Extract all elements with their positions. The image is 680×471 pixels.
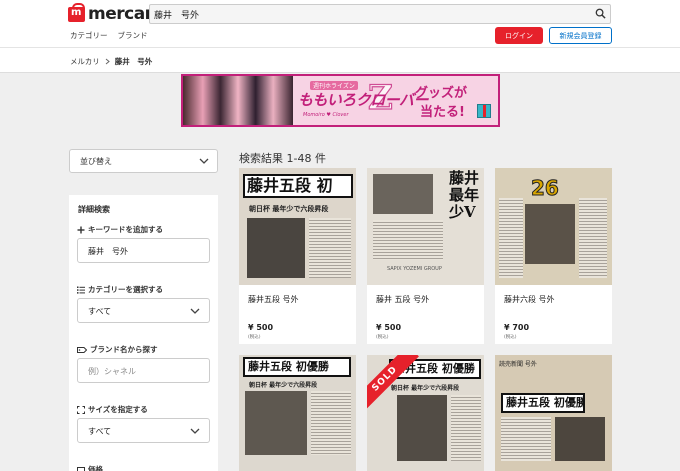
product-card[interactable]: 藤井五段 初 朝日杯 最年少で六段昇段 藤井五段 号外 ¥ 500 (税込): [239, 168, 356, 344]
text-columns: [501, 417, 551, 461]
ad-banner[interactable]: Z 週刊ホライズン ももいろクローバー Momoiro ♥ Clover グッズ…: [181, 74, 500, 127]
keyword-input[interactable]: 藤井 号外: [77, 238, 210, 263]
breadcrumb-home[interactable]: メルカリ: [70, 56, 100, 67]
photo-block: [373, 174, 433, 214]
product-image[interactable]: 藤井 最年少V SAPIX YOZEMI GROUP: [367, 168, 484, 285]
subheadline-text: 読売新聞 号外: [499, 361, 537, 368]
logo-text: mercari: [88, 4, 158, 24]
mercari-logo[interactable]: mercari: [68, 2, 158, 24]
category-value: すべて: [88, 307, 112, 316]
photo-block: [525, 204, 575, 264]
size-frame-icon: [77, 405, 85, 414]
keyword-label-text: キーワードを追加する: [88, 225, 163, 234]
category-label-text: カテゴリーを選択する: [88, 285, 163, 294]
text-columns: [311, 391, 351, 455]
tag-icon: [77, 346, 87, 353]
photo-block: [247, 218, 305, 278]
photo-block: [397, 395, 447, 461]
tax-note: (税込): [248, 335, 261, 340]
product-image[interactable]: 藤井五段 初 朝日杯 最年少で六段昇段: [239, 168, 356, 285]
text-columns: [309, 218, 351, 278]
banner-goods-text: グッズが: [415, 86, 468, 101]
product-image[interactable]: 藤井五段 初優勝 朝日杯 最年少で六段昇段 SOLD: [367, 355, 484, 471]
size-label: サイズを指定する: [77, 404, 148, 415]
keyword-value: 藤井 号外: [88, 247, 128, 256]
nav-category[interactable]: カテゴリー: [70, 30, 108, 41]
plus-icon: [77, 226, 85, 233]
product-price: ¥ 700: [504, 323, 530, 332]
detail-search-panel: 詳細検索 キーワードを追加する 藤井 号外 カテゴリーを選択する すべて ブラン…: [69, 195, 218, 471]
chevron-down-icon: [199, 158, 209, 164]
category-label: カテゴリーを選択する: [77, 284, 163, 295]
site-header: mercari カテゴリー ブランド ログイン 新規会員登録: [0, 0, 680, 48]
sort-label: 並び替え: [80, 157, 112, 166]
product-card[interactable]: 藤井 最年少V SAPIX YOZEMI GROUP 藤井 五段 号外 ¥ 50…: [367, 168, 484, 344]
product-name: 藤井六段 号外: [504, 295, 555, 304]
photo-block: [245, 391, 307, 455]
product-card[interactable]: 読売新聞 号外 藤井五段 初優勝: [495, 355, 612, 471]
keyword-label: キーワードを追加する: [77, 224, 163, 235]
filter-title: 詳細検索: [78, 205, 110, 214]
product-card[interactable]: 26 藤井六段 号外 ¥ 700 (税込): [495, 168, 612, 344]
product-price: ¥ 500: [248, 323, 274, 332]
headline-text: 藤井 最年少V: [449, 169, 480, 221]
headline-text: 藤井五段 初優勝: [501, 393, 585, 413]
price-icon: [77, 466, 85, 471]
banner-brand: Momoiro ♥ Clover: [303, 112, 349, 118]
text-columns: [451, 395, 481, 461]
subheadline-text: 朝日杯 最年少で六段昇段: [249, 204, 329, 213]
banner-group-photo: [183, 76, 293, 125]
headline-text: 26: [531, 176, 560, 201]
breadcrumb: メルカリ 藤井 号外: [70, 56, 152, 67]
category-select[interactable]: すべて: [77, 298, 210, 323]
size-select[interactable]: すべて: [77, 418, 210, 443]
text-columns: [373, 220, 443, 260]
gift-box-icon: [477, 104, 491, 118]
headline-text: 藤井五段 初: [243, 174, 353, 198]
price-label: 価格: [77, 464, 103, 471]
chevron-right-icon: [105, 58, 110, 65]
main-nav: カテゴリー ブランド: [70, 30, 148, 41]
login-button[interactable]: ログイン: [495, 27, 543, 44]
product-name: 藤井五段 号外: [248, 295, 299, 304]
subheadline-text: 朝日杯 最年少で六段昇段: [391, 385, 460, 392]
chevron-down-icon: [190, 308, 200, 314]
headline-text: 藤井五段 初優勝: [243, 357, 351, 377]
list-icon: [77, 286, 85, 294]
price-label-text: 価格: [88, 465, 103, 471]
text-columns: [499, 198, 523, 278]
banner-hit-text: 当たる!: [420, 105, 465, 120]
product-card[interactable]: 藤井五段 初優勝 朝日杯 最年少で六段昇段 SOLD: [367, 355, 484, 471]
brand-label: ブランド名から探す: [77, 344, 158, 355]
search-bar: [149, 4, 611, 24]
brand-placeholder: 例）シャネル: [88, 367, 136, 376]
brand-input[interactable]: 例）シャネル: [77, 358, 210, 383]
product-price: ¥ 500: [376, 323, 402, 332]
product-card[interactable]: 藤井五段 初優勝 朝日杯 最年少で六段昇段: [239, 355, 356, 471]
nav-brand[interactable]: ブランド: [118, 30, 148, 41]
breadcrumb-current: 藤井 号外: [114, 57, 153, 66]
photo-block: [555, 417, 605, 461]
brand-label-text: ブランド名から探す: [90, 345, 158, 354]
product-image[interactable]: 藤井五段 初優勝 朝日杯 最年少で六段昇段: [239, 355, 356, 471]
tax-note: (税込): [504, 335, 517, 340]
subheadline-text: 朝日杯 最年少で六段昇段: [249, 382, 318, 389]
sort-select[interactable]: 並び替え: [69, 149, 218, 173]
product-image[interactable]: 26: [495, 168, 612, 285]
register-button[interactable]: 新規会員登録: [549, 27, 612, 44]
product-name: 藤井 五段 号外: [376, 295, 430, 304]
tax-note: (税込): [376, 335, 389, 340]
result-count: 検索結果 1-48 件: [239, 152, 326, 165]
shopping-bag-icon: [68, 2, 85, 22]
breadcrumb-bar: メルカリ 藤井 号外: [0, 48, 680, 73]
chevron-down-icon: [190, 428, 200, 434]
subheadline-text: SAPIX YOZEMI GROUP: [387, 266, 442, 272]
search-input[interactable]: [154, 7, 584, 21]
size-value: すべて: [88, 427, 112, 436]
text-columns: [579, 198, 607, 278]
search-icon[interactable]: [595, 8, 606, 19]
product-image[interactable]: 読売新聞 号外 藤井五段 初優勝: [495, 355, 612, 471]
banner-title: ももいろクローバー: [298, 91, 429, 109]
size-label-text: サイズを指定する: [88, 405, 148, 414]
